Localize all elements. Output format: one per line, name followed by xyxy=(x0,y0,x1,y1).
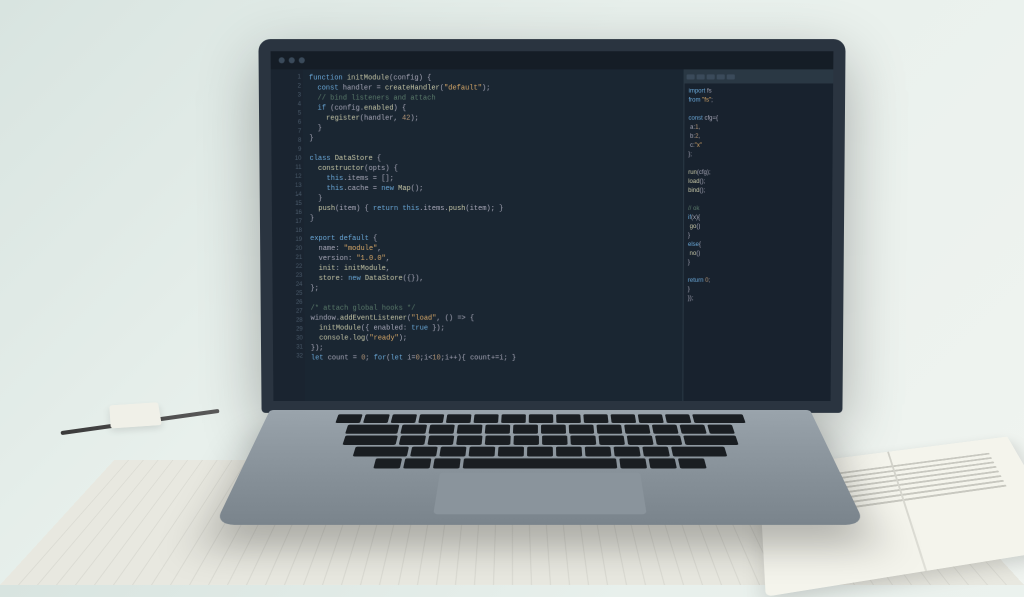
eraser xyxy=(109,402,161,428)
traffic-light-icon xyxy=(279,57,285,63)
side-panel-toolbar xyxy=(685,69,834,83)
window-titlebar xyxy=(271,51,834,69)
trackpad xyxy=(433,472,646,514)
laptop: 1234567891011121314151617181920212223242… xyxy=(260,40,820,590)
code-area: function initModule(config) { const hand… xyxy=(303,69,684,401)
traffic-light-icon xyxy=(289,57,295,63)
laptop-screen: 1234567891011121314151617181920212223242… xyxy=(258,39,845,413)
traffic-light-icon xyxy=(299,57,305,63)
laptop-keyboard xyxy=(215,410,865,525)
code-editor: 1234567891011121314151617181920212223242… xyxy=(271,69,834,401)
side-panel: import fs from "fs"; const cfg={ a:1, b:… xyxy=(682,69,833,401)
line-number-gutter: 1234567891011121314151617181920212223242… xyxy=(271,69,306,401)
